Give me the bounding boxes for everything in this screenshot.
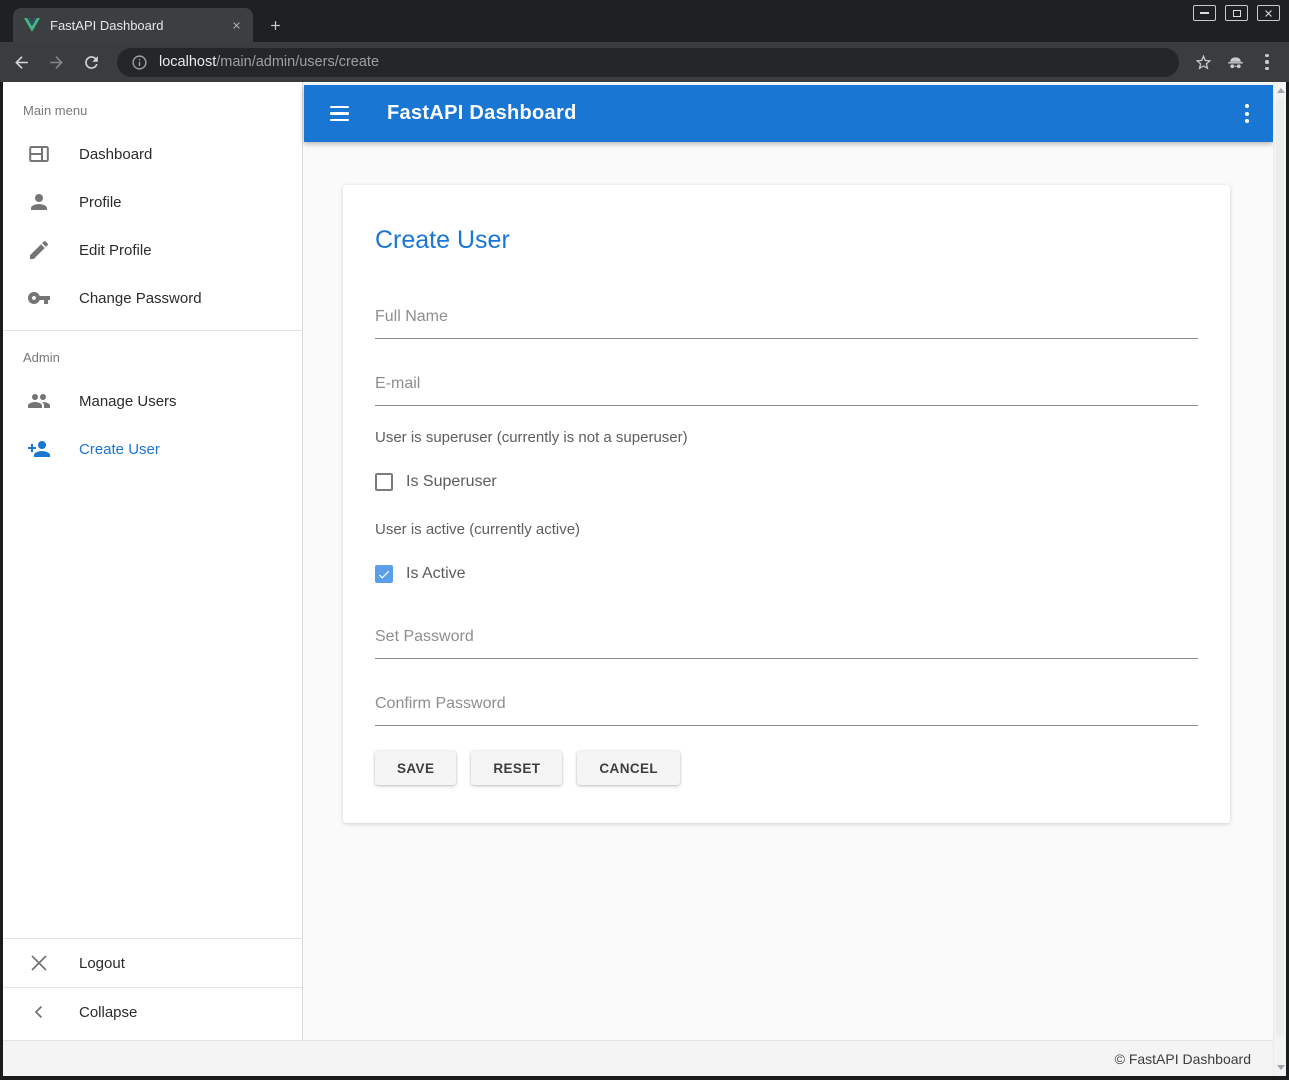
is-superuser-label: Is Superuser <box>406 473 497 491</box>
address-bar[interactable]: localhost/main/admin/users/create <box>117 48 1179 77</box>
is-superuser-checkbox[interactable] <box>375 473 393 491</box>
tab-title: FastAPI Dashboard <box>50 18 228 33</box>
browser-tab[interactable]: FastAPI Dashboard <box>13 8 253 42</box>
vue-logo-icon <box>24 17 40 33</box>
is-active-checkbox-row[interactable]: Is Active <box>375 564 1198 584</box>
scroll-down-arrow-icon[interactable] <box>1274 1061 1286 1074</box>
app-bar-title: FastAPI Dashboard <box>387 102 577 125</box>
sidebar-item-profile[interactable]: Profile <box>3 178 302 226</box>
dashboard-icon <box>27 142 51 166</box>
create-user-card: Create User User is superuser (currently… <box>343 185 1230 823</box>
browser-toolbar: localhost/main/admin/users/create <box>0 42 1289 82</box>
reset-button[interactable]: RESET <box>471 751 562 785</box>
sidebar-item-label: Create User <box>79 441 160 458</box>
save-button[interactable]: SAVE <box>375 751 456 785</box>
key-icon <box>27 286 51 310</box>
page-scrollbar[interactable] <box>1273 82 1286 1076</box>
sidebar-item-change-password[interactable]: Change Password <box>3 274 302 322</box>
chevron-left-icon <box>27 1000 51 1024</box>
page-title: Create User <box>375 226 1198 255</box>
set-password-field[interactable] <box>375 620 1198 659</box>
people-icon <box>27 389 51 413</box>
sidebar: Main menu Dashboard Profile Edit Profile… <box>3 82 303 1040</box>
app-bar-menu-button[interactable] <box>1245 104 1249 123</box>
sidebar-item-edit-profile[interactable]: Edit Profile <box>3 226 302 274</box>
url-host: localhost <box>159 54 216 70</box>
form-buttons: SAVE RESET CANCEL <box>375 751 1198 785</box>
superuser-hint: User is superuser (currently is not a su… <box>375 429 1198 446</box>
browser-tab-strip: FastAPI Dashboard <box>0 0 1289 42</box>
tab-close-icon[interactable] <box>228 17 245 34</box>
new-tab-button[interactable] <box>263 13 288 38</box>
sidebar-item-create-user[interactable]: Create User <box>3 425 302 473</box>
scrollbar-thumb[interactable] <box>1276 97 1284 1037</box>
sidebar-item-collapse[interactable]: Collapse <box>3 988 302 1036</box>
site-info-icon[interactable] <box>131 54 148 71</box>
window-controls <box>1193 5 1280 21</box>
window-close-button[interactable] <box>1257 5 1280 21</box>
kebab-icon <box>1265 54 1269 71</box>
scroll-up-arrow-icon[interactable] <box>1274 84 1286 97</box>
person-add-icon <box>27 437 51 461</box>
is-active-checkbox[interactable] <box>375 565 393 583</box>
full-name-field[interactable] <box>375 300 1198 339</box>
sidebar-item-label: Profile <box>79 194 122 211</box>
app-bar: FastAPI Dashboard <box>304 85 1273 142</box>
url-path: /main/admin/users/create <box>216 54 379 70</box>
sidebar-item-manage-users[interactable]: Manage Users <box>3 377 302 425</box>
page-footer: © FastAPI Dashboard <box>3 1040 1273 1076</box>
back-button[interactable] <box>7 48 35 76</box>
sidebar-item-label: Edit Profile <box>79 242 152 259</box>
is-active-label: Is Active <box>406 565 466 583</box>
window-minimize-button[interactable] <box>1193 5 1216 21</box>
page-viewport: Main menu Dashboard Profile Edit Profile… <box>3 82 1286 1076</box>
active-hint: User is active (currently active) <box>375 521 1198 538</box>
sidebar-item-label: Manage Users <box>79 393 177 410</box>
sidebar-item-label: Logout <box>79 955 125 972</box>
sidebar-item-dashboard[interactable]: Dashboard <box>3 130 302 178</box>
sidebar-header-admin: Admin <box>3 339 302 377</box>
cancel-button[interactable]: CANCEL <box>577 751 680 785</box>
sidebar-item-logout[interactable]: Logout <box>3 939 302 987</box>
sidebar-header-main-menu: Main menu <box>3 92 302 130</box>
url-text: localhost/main/admin/users/create <box>159 54 379 70</box>
reload-button[interactable] <box>77 48 105 76</box>
sidebar-item-label: Collapse <box>79 1004 137 1021</box>
person-icon <box>27 190 51 214</box>
sidebar-spacer <box>3 473 302 930</box>
email-field[interactable] <box>375 367 1198 406</box>
window-maximize-button[interactable] <box>1225 5 1248 21</box>
hamburger-menu-icon[interactable] <box>330 106 349 121</box>
sidebar-divider <box>3 330 302 331</box>
browser-menu-button[interactable] <box>1253 48 1281 76</box>
bookmark-star-icon[interactable] <box>1189 48 1217 76</box>
pencil-icon <box>27 238 51 262</box>
is-superuser-checkbox-row[interactable]: Is Superuser <box>375 472 1198 492</box>
incognito-icon <box>1221 48 1249 76</box>
forward-button[interactable] <box>42 48 70 76</box>
footer-copyright: © FastAPI Dashboard <box>1115 1051 1251 1067</box>
main-content: FastAPI Dashboard Create User User is su… <box>304 82 1273 1040</box>
sidebar-item-label: Dashboard <box>79 146 152 163</box>
confirm-password-field[interactable] <box>375 687 1198 726</box>
close-icon <box>27 951 51 975</box>
sidebar-item-label: Change Password <box>79 290 202 307</box>
